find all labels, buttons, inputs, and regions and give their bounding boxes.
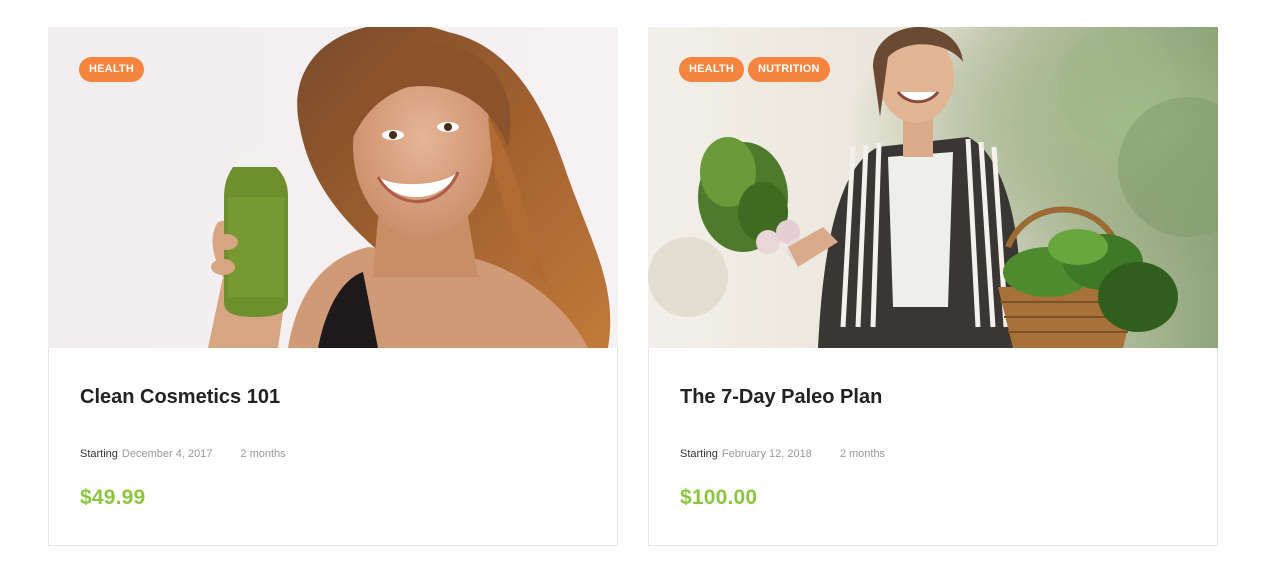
course-title[interactable]: Clean Cosmetics 101 (80, 385, 586, 409)
tag-list: HEALTH NUTRITION (679, 57, 830, 82)
course-meta: Starting February 12, 2018 2 months (680, 447, 1186, 461)
start-date: February 12, 2018 (721, 448, 812, 460)
course-duration: 2 months (240, 448, 286, 460)
course-image[interactable]: HEALTH NUTRITION (648, 27, 1218, 348)
tag-health[interactable]: HEALTH (79, 57, 144, 82)
course-card[interactable]: HEALTH NUTRITION The 7-Day Paleo Plan St… (648, 27, 1218, 546)
course-title[interactable]: The 7-Day Paleo Plan (680, 385, 1186, 409)
starting-label: Starting (680, 448, 718, 460)
course-duration: 2 months (839, 448, 886, 460)
tag-health[interactable]: HEALTH (679, 57, 744, 82)
course-image[interactable]: HEALTH (48, 27, 618, 348)
start-date: December 4, 2017 (121, 448, 213, 460)
course-card[interactable]: HEALTH Clean Cosmetics 101 Starting Dece… (48, 27, 618, 546)
course-meta: Starting December 4, 2017 2 months (80, 447, 586, 461)
course-grid: HEALTH Clean Cosmetics 101 Starting Dece… (48, 27, 1218, 546)
course-price: $100.00 (680, 486, 758, 509)
starting-label: Starting (80, 448, 118, 460)
course-price: $49.99 (80, 486, 146, 509)
tag-list: HEALTH (79, 57, 144, 82)
tag-nutrition[interactable]: NUTRITION (748, 57, 830, 82)
